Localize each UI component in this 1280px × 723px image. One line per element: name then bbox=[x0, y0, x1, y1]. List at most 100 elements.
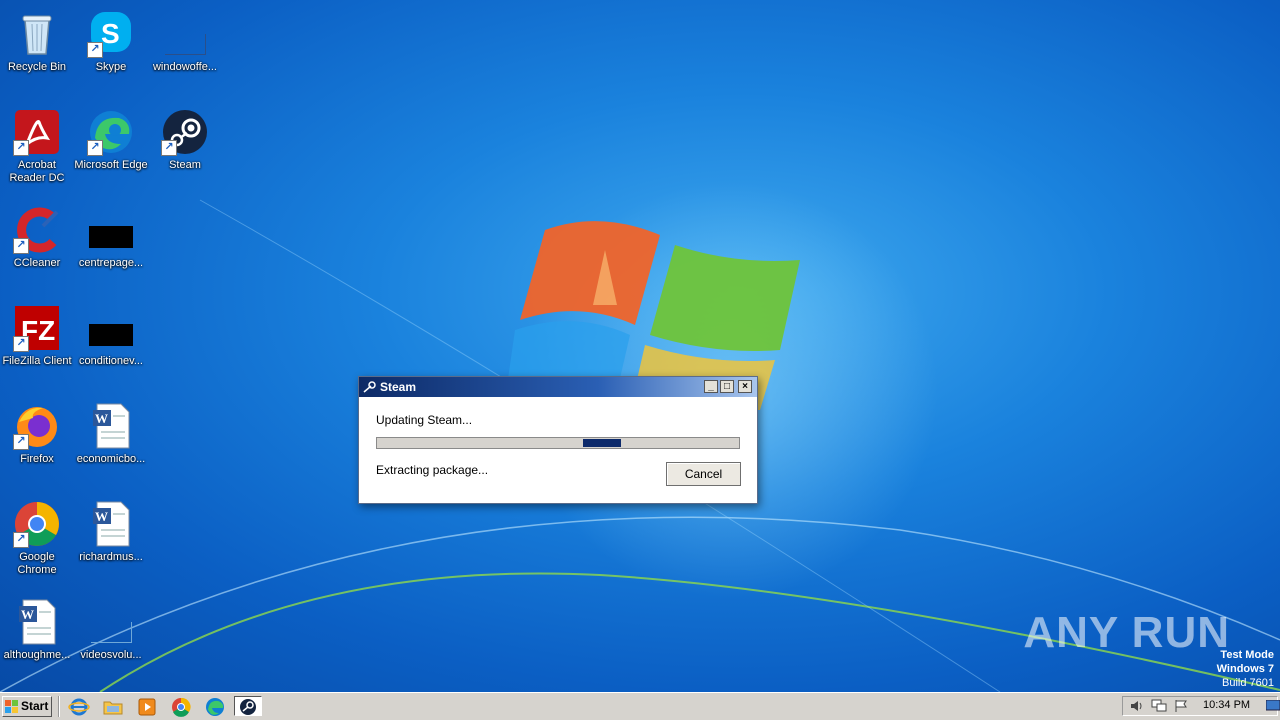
desktop-icon-filezilla[interactable]: FZ ↗ FileZilla Client bbox=[0, 300, 74, 392]
taskbar-chrome-button[interactable] bbox=[170, 696, 192, 718]
taskbar-explorer-button[interactable] bbox=[102, 696, 124, 718]
desktop-icon-acrobat[interactable]: ↗ Acrobat Reader DC bbox=[0, 104, 74, 196]
desktop-icon-label: videosvolu... bbox=[80, 649, 142, 661]
desktop-icon-richardmus[interactable]: W richardmus... bbox=[74, 496, 148, 588]
desktop-icon-label: richardmus... bbox=[79, 551, 143, 563]
close-button[interactable]: × bbox=[738, 380, 752, 393]
svg-text:S: S bbox=[101, 18, 120, 49]
desktop-icon-firefox[interactable]: ↗ Firefox bbox=[0, 398, 74, 490]
minimize-button[interactable]: _ bbox=[704, 380, 718, 393]
watermark-line-2: Windows 7 bbox=[1216, 663, 1274, 675]
dialog-titlebar[interactable]: Steam _ □ × bbox=[359, 377, 757, 397]
cancel-button[interactable]: Cancel bbox=[666, 462, 741, 486]
shortcut-arrow-icon: ↗ bbox=[13, 532, 29, 548]
status-text: Updating Steam... bbox=[376, 413, 473, 427]
volume-icon[interactable] bbox=[1129, 699, 1145, 713]
watermark-brand: ANY RUN bbox=[1023, 608, 1230, 657]
show-desktop-button[interactable] bbox=[1266, 696, 1280, 716]
desktop-icon-label: Firefox bbox=[20, 453, 54, 465]
desktop-icon-economicbo[interactable]: W economicbo... bbox=[74, 398, 148, 490]
blank-file-icon bbox=[87, 206, 135, 254]
filezilla-icon: FZ ↗ bbox=[13, 304, 61, 352]
desktop-icon-label: windowoffe... bbox=[152, 61, 217, 73]
internet-explorer-icon bbox=[68, 698, 90, 716]
sub-status-text: Extracting package... bbox=[376, 463, 489, 477]
anyrun-watermark: ANY RUN bbox=[1023, 608, 1230, 658]
network-icon[interactable] bbox=[1151, 699, 1167, 713]
clock[interactable]: 10:34 PM bbox=[1203, 699, 1250, 711]
recycle-bin-icon bbox=[13, 10, 61, 58]
folder-icon bbox=[103, 701, 123, 715]
start-label: Start bbox=[21, 699, 49, 713]
acrobat-icon: ↗ bbox=[13, 108, 61, 156]
desktop-icon-ccleaner[interactable]: ↗ CCleaner bbox=[0, 202, 74, 294]
desktop-icon-windowoffe[interactable]: windowoffe... bbox=[148, 6, 222, 98]
start-button[interactable]: Start bbox=[2, 696, 52, 717]
desktop-icon-steam[interactable]: ↗ Steam bbox=[148, 104, 222, 196]
taskbar-separator bbox=[58, 696, 60, 717]
blank-file-icon bbox=[87, 304, 135, 352]
desktop-icon-label: Skype bbox=[95, 61, 127, 73]
shortcut-arrow-icon: ↗ bbox=[13, 434, 29, 450]
steam-icon: ↗ bbox=[161, 108, 209, 156]
shortcut-arrow-icon: ↗ bbox=[161, 140, 177, 156]
desktop-icon-label: conditionev... bbox=[78, 355, 143, 367]
watermark-line-1: Test Mode bbox=[1220, 649, 1274, 661]
skype-icon: S ↗ bbox=[87, 10, 135, 58]
taskbar-steam-button[interactable] bbox=[234, 696, 262, 716]
chrome-icon bbox=[172, 697, 191, 717]
desktop-icon-label: CCleaner bbox=[13, 257, 61, 269]
desktop-icon-conditionev[interactable]: conditionev... bbox=[74, 300, 148, 392]
taskbar-ie-button[interactable] bbox=[68, 696, 90, 718]
word-document-icon: W bbox=[87, 500, 135, 548]
desktop-icon-label: centrepage... bbox=[78, 257, 144, 269]
system-tray: 10:34 PM bbox=[1122, 696, 1278, 716]
desktop-icon-chrome[interactable]: ↗ Google Chrome bbox=[0, 496, 74, 588]
svg-text:W: W bbox=[95, 509, 108, 524]
svg-text:W: W bbox=[21, 607, 34, 622]
shortcut-arrow-icon: ↗ bbox=[87, 42, 103, 58]
desktop-icon-skype[interactable]: S ↗ Skype bbox=[74, 6, 148, 98]
desktop-icon-label: althoughme... bbox=[3, 649, 71, 661]
show-desktop-icon bbox=[1266, 700, 1280, 711]
taskbar-edge-button[interactable] bbox=[204, 696, 226, 718]
steam-icon bbox=[363, 381, 376, 393]
blank-file-icon bbox=[161, 10, 209, 58]
progress-indicator bbox=[583, 439, 621, 447]
maximize-button[interactable]: □ bbox=[720, 380, 734, 393]
shortcut-arrow-icon: ↗ bbox=[87, 140, 103, 156]
edge-icon bbox=[206, 698, 224, 716]
firefox-icon: ↗ bbox=[13, 402, 61, 450]
progress-bar bbox=[376, 437, 740, 449]
word-document-icon: W bbox=[13, 598, 61, 646]
shortcut-arrow-icon: ↗ bbox=[13, 336, 29, 352]
desktop[interactable]: Recycle Bin ↗ Acrobat Reader DC ↗ CClean… bbox=[0, 0, 1280, 692]
shortcut-arrow-icon: ↗ bbox=[13, 238, 29, 254]
word-document-icon: W bbox=[87, 402, 135, 450]
blank-file-icon bbox=[87, 598, 135, 646]
taskbar-media-button[interactable] bbox=[136, 696, 158, 718]
action-center-flag-icon[interactable] bbox=[1173, 699, 1189, 713]
svg-text:W: W bbox=[95, 411, 108, 426]
desktop-icon-videosvolu[interactable]: videosvolu... bbox=[74, 594, 148, 686]
desktop-icon-recycle-bin[interactable]: Recycle Bin bbox=[0, 6, 74, 98]
desktop-icon-althoughme[interactable]: W althoughme... bbox=[0, 594, 74, 686]
media-player-icon bbox=[138, 698, 156, 716]
shortcut-arrow-icon: ↗ bbox=[13, 140, 29, 156]
steam-update-dialog[interactable]: Steam _ □ × Updating Steam... Extracting… bbox=[358, 376, 758, 504]
dialog-title: Steam bbox=[380, 380, 417, 394]
desktop-icon-label: Recycle Bin bbox=[7, 61, 67, 73]
ccleaner-icon: ↗ bbox=[13, 206, 61, 254]
steam-icon bbox=[240, 699, 256, 715]
desktop-icon-edge[interactable]: ↗ Microsoft Edge bbox=[74, 104, 148, 196]
desktop-icon-label: Steam bbox=[169, 159, 201, 171]
os-watermark: Test Mode Windows 7 Build 7601 bbox=[1217, 648, 1274, 690]
taskbar: Start 10:34 PM bbox=[0, 692, 1280, 720]
desktop-icon-centrepage[interactable]: centrepage... bbox=[74, 202, 148, 294]
edge-icon: ↗ bbox=[87, 108, 135, 156]
desktop-icon-label: economicbo... bbox=[76, 453, 146, 465]
desktop-icon-label: Acrobat Reader DC bbox=[9, 159, 65, 184]
chrome-icon: ↗ bbox=[13, 500, 61, 548]
watermark-line-3: Build 7601 bbox=[1222, 677, 1274, 689]
desktop-icon-label: Microsoft Edge bbox=[74, 159, 148, 171]
